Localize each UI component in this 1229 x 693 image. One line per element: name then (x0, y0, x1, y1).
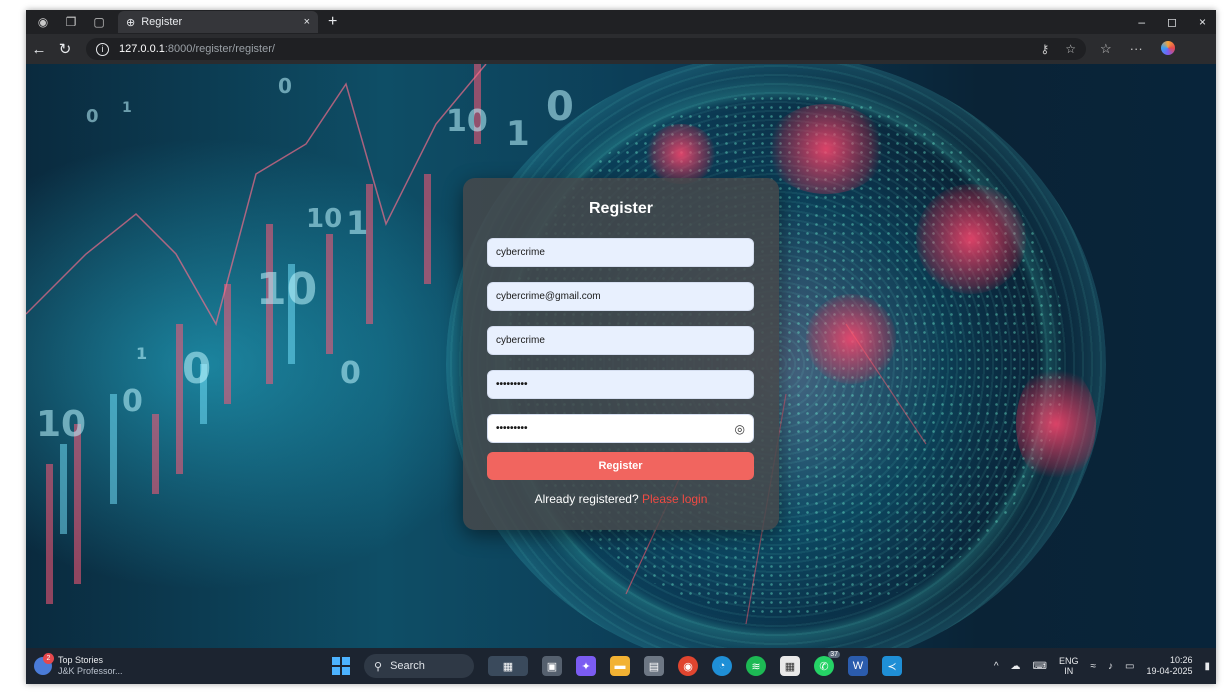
screen: ◉ ❐ ▢ ⊕ Register × + – ◻ × ← ↻ i 127.0.0… (26, 10, 1216, 684)
keyboard-icon[interactable]: ⌨ (1033, 661, 1047, 672)
page-background: 0 1 0 10 1 0 10 0 1 0 10 1 10 0 Register… (26, 64, 1216, 648)
lang-bottom: IN (1064, 666, 1074, 676)
form-title: Register (588, 200, 654, 217)
system-tray: ^ ☁ ⌨ ENG IN ≈ ♪ ▭ 10:26 19-04-2025 ▮ (994, 655, 1210, 677)
search-label: Search (390, 660, 425, 672)
profile-icon[interactable]: ◉ (32, 12, 54, 32)
onedrive-icon[interactable]: ☁ (1011, 661, 1021, 672)
copilot-icon[interactable] (1160, 41, 1175, 55)
login-prompt-text: Already registered? (534, 492, 639, 506)
register-button[interactable]: Register (487, 452, 754, 480)
widgets-app-icon[interactable]: ▦ (488, 656, 528, 676)
login-link[interactable]: Please login (642, 492, 707, 506)
address-toolbar: ← ↻ i 127.0.0.1:8000/register/register/ … (26, 34, 1216, 64)
maximize-button[interactable]: ◻ (1167, 15, 1177, 29)
globe-icon: ⊕ (126, 16, 136, 29)
windows-taskbar: 2 Top Stories J&K Professor... ⚲ Search … (26, 648, 1216, 684)
workspaces-icon[interactable]: ❐ (60, 12, 82, 32)
news-widget-icon: 2 (34, 653, 54, 675)
url-path: :8000/register/register/ (164, 43, 275, 55)
browser-tab-bar: ◉ ❐ ▢ ⊕ Register × + – ◻ × (26, 10, 1216, 34)
clock-date: 19-04-2025 (1146, 666, 1193, 676)
email-field[interactable]: cybercrime@gmail.com (487, 282, 754, 311)
edge-icon[interactable]: ◔ (712, 656, 732, 676)
calendar-icon[interactable]: ▦ (780, 656, 800, 676)
show-hidden-icons-chevron-icon[interactable]: ^ (994, 661, 999, 672)
more-menu-icon[interactable]: ··· (1130, 41, 1143, 57)
spotify-icon[interactable]: ≋ (746, 656, 766, 676)
clock-time: 10:26 (1169, 655, 1193, 665)
new-tab-button[interactable]: + (328, 13, 337, 31)
taskbar-search[interactable]: ⚲ Search (364, 654, 474, 678)
taskbar-apps: ⚲ Search ▦ ▣ ✦ ▬ ▤ ◉ ◔ ≋ ▦ ✆ 37 W ≺ (332, 651, 902, 678)
news-widget[interactable]: 2 Top Stories J&K Professor... (34, 653, 184, 677)
tab-title: Register (141, 16, 183, 28)
word-icon[interactable]: W (848, 656, 868, 676)
volume-icon[interactable]: ♪ (1108, 661, 1113, 672)
task-view-icon[interactable]: ▣ (542, 656, 562, 676)
chrome-icon[interactable]: ◉ (678, 656, 698, 676)
language-indicator[interactable]: ENG IN (1059, 656, 1079, 676)
news-title: Top Stories (58, 655, 104, 665)
confirm-password-field[interactable]: ••••••••• ◎ (487, 414, 754, 443)
copilot-app-icon[interactable]: ✦ (576, 656, 596, 676)
battery-icon[interactable]: ▭ (1125, 661, 1134, 672)
tab-close-icon[interactable]: × (304, 16, 310, 28)
whatsapp-badge: 37 (828, 651, 840, 658)
news-badge: 2 (43, 653, 54, 664)
name-field[interactable]: cybercrime (487, 326, 754, 355)
start-button[interactable] (332, 657, 350, 675)
url-host: 127.0.0.1 (119, 43, 165, 55)
refresh-icon[interactable]: ↻ (52, 40, 78, 58)
store-icon[interactable]: ▤ (644, 656, 664, 676)
login-prompt: Already registered? Please login (487, 492, 755, 506)
wifi-icon[interactable]: ≈ (1090, 661, 1096, 672)
favorite-star-icon[interactable]: ☆ (1065, 42, 1076, 56)
username-value: cybercrime (496, 247, 545, 258)
close-window-button[interactable]: × (1199, 15, 1206, 29)
tab-actions-icon[interactable]: ▢ (88, 12, 110, 32)
notifications-icon[interactable]: ▮ (1204, 661, 1210, 672)
password-field[interactable]: ••••••••• (487, 370, 754, 399)
password-value: ••••••••• (496, 379, 528, 390)
register-card: Register cybercrime cybercrime@gmail.com… (463, 178, 779, 530)
email-value: cybercrime@gmail.com (496, 291, 601, 302)
minimize-button[interactable]: – (1138, 15, 1145, 29)
tab-register[interactable]: ⊕ Register × (118, 11, 318, 33)
favorites-icon[interactable]: ☆ (1100, 41, 1112, 57)
lang-top: ENG (1058, 656, 1079, 666)
window-controls: – ◻ × (1138, 15, 1216, 29)
whatsapp-icon[interactable]: ✆ 37 (814, 651, 840, 676)
site-info-icon[interactable]: i (96, 42, 109, 56)
vscode-icon[interactable]: ≺ (882, 656, 902, 676)
username-field[interactable]: cybercrime (487, 238, 754, 267)
file-explorer-icon[interactable]: ▬ (610, 656, 630, 676)
clock[interactable]: 10:26 19-04-2025 (1146, 655, 1192, 677)
password-key-icon[interactable]: ⚷ (1040, 42, 1049, 56)
search-icon: ⚲ (374, 660, 383, 673)
show-password-eye-icon[interactable]: ◎ (735, 422, 745, 436)
back-arrow-icon[interactable]: ← (26, 41, 52, 58)
name-value: cybercrime (496, 335, 545, 346)
address-bar[interactable]: i 127.0.0.1:8000/register/register/ ⚷ ☆ (86, 38, 1086, 60)
confirm-password-value: ••••••••• (496, 423, 528, 434)
news-subtitle: J&K Professor... (58, 666, 123, 676)
